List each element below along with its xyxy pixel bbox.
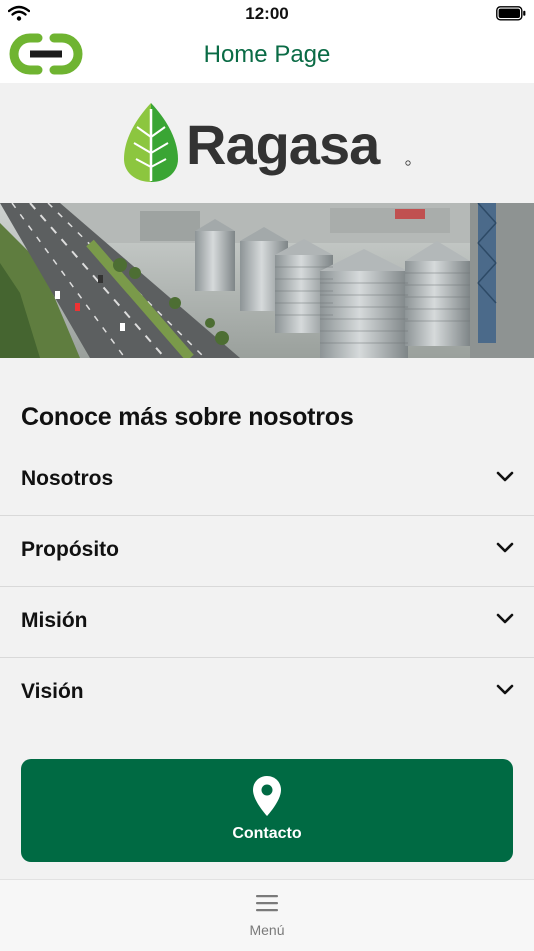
hamburger-icon[interactable] [256,894,278,912]
section-heading: Conoce más sobre nosotros [21,403,354,431]
contact-label: Contacto [232,825,302,842]
accordion-item-nosotros[interactable]: Nosotros [0,445,534,516]
page-title: Home Page [203,41,331,68]
accordion-label: Propósito [21,538,119,561]
accordion-label: Misión [21,609,88,632]
accordion-item-proposito[interactable]: Propósito [0,516,534,587]
map-pin-icon [253,776,281,816]
chevron-down-icon[interactable] [496,613,514,625]
accordion-label: Nosotros [21,467,114,490]
brand-logo: Ragasa [124,103,414,188]
status-time: 12:00 [245,4,289,23]
brand-banner: Ragasa [0,83,534,203]
chevron-down-icon[interactable] [496,542,514,554]
brand-name: Ragasa [186,113,381,176]
status-bar: 12:00 [0,0,534,28]
tab-menu-label[interactable]: Menú [0,922,534,938]
accordion-item-vision[interactable]: Visión [0,658,534,728]
nav-bar: Home Page [0,28,534,83]
hero-image [0,203,534,358]
accordion-label: Visión [21,680,84,703]
accordion-item-mision[interactable]: Misión [0,587,534,658]
chevron-down-icon[interactable] [496,684,514,696]
contact-button[interactable]: Contacto [21,759,513,862]
tab-bar: Menú [0,879,534,951]
about-accordion: Nosotros Propósito Misión Visión [0,445,534,728]
chevron-down-icon[interactable] [496,471,514,483]
battery-icon [496,6,526,21]
